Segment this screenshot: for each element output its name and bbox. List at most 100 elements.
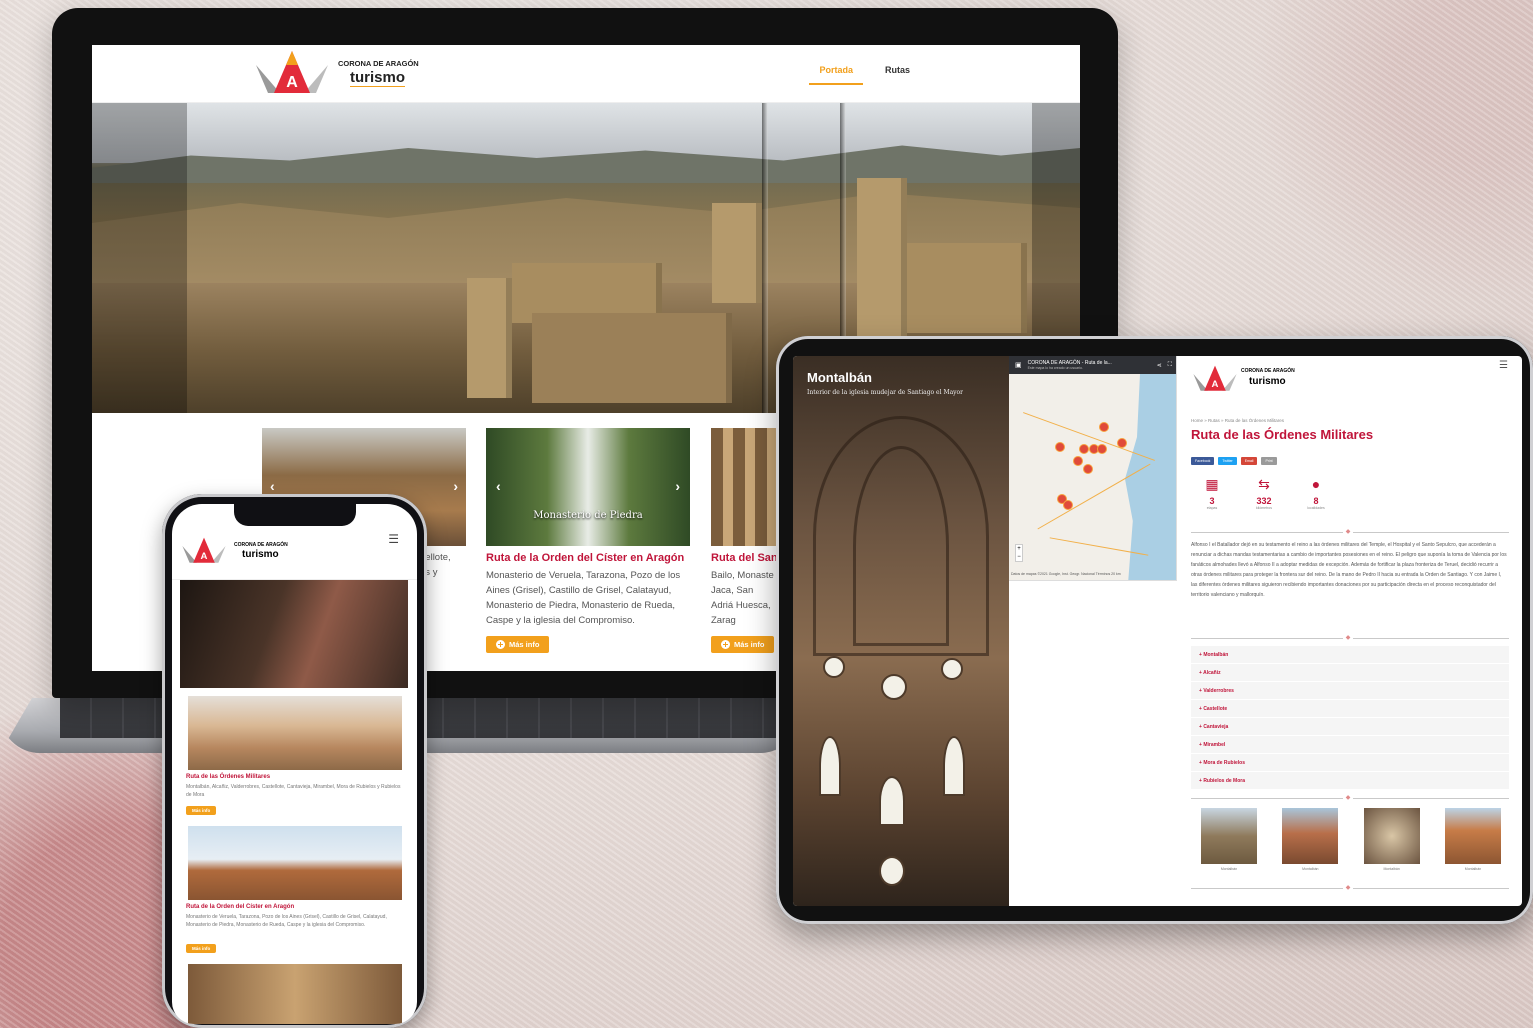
route-image[interactable] [188, 964, 402, 1024]
gallery-thumb[interactable]: Montalbán [1444, 808, 1501, 871]
logo-icon: A [256, 51, 328, 93]
share-twitter-button[interactable]: Twitter [1218, 457, 1237, 465]
share-buttons: Facebook Twitter Email Print [1191, 457, 1277, 465]
route-image[interactable] [188, 696, 402, 770]
breadcrumb[interactable]: Home » Rutas » Ruta de las Órdenes Milit… [1191, 418, 1284, 423]
localities-accordion: + Montalbán + Alcañiz + Valderrobres + C… [1191, 646, 1509, 790]
share-facebook-button[interactable]: Facebook [1191, 457, 1215, 465]
logo-line2: turismo [350, 69, 406, 87]
thumb-caption: Montalbán [1383, 867, 1400, 871]
plus-circle-icon [496, 640, 505, 649]
church-photo: Montalbán Interior de la iglesia mudejar… [793, 356, 1009, 906]
card-image [711, 428, 777, 546]
card-image-caption: Monasterio de Piedra [533, 510, 643, 521]
accordion-label: Cantavieja [1203, 724, 1229, 730]
route-detail: A CORONA DE ARAGÓN turismo ☰ Home » Ruta… [1177, 356, 1522, 906]
next-arrow-icon[interactable]: › [675, 478, 680, 494]
route-image[interactable] [188, 826, 402, 900]
map-marker[interactable] [1099, 422, 1109, 432]
thumb-caption: Montalbán [1302, 867, 1319, 871]
accordion-item[interactable]: + Alcañiz [1191, 664, 1509, 682]
map-marker[interactable] [1055, 442, 1065, 452]
phone-notch [234, 504, 356, 526]
route-description: Alfonso I el Batallador dejó en su testa… [1191, 542, 1507, 598]
map-menu-icon[interactable]: ▣ [1015, 361, 1022, 369]
phone-screen: A CORONA DE ARAGÓN turismo ☰ Ruta de las… [172, 504, 417, 1024]
accordion-item[interactable]: + Mora de Rubielos [1191, 754, 1509, 772]
route-map[interactable]: ▣ CORONA DE ARAGÓN - Ruta de la... Este … [1009, 356, 1177, 581]
thumb-image [1201, 808, 1257, 864]
share-print-button[interactable]: Print [1261, 457, 1277, 465]
logo-line1: CORONA DE ARAGÓN [338, 59, 419, 68]
nav-portada[interactable]: Portada [809, 65, 863, 85]
more-info-label: Más info [509, 640, 540, 649]
map-marker[interactable] [1073, 456, 1083, 466]
photo-subtitle: Interior de la iglesia mudejar de Santia… [807, 389, 964, 396]
prev-arrow-icon[interactable]: ‹ [496, 478, 501, 494]
thumb-image [1444, 808, 1501, 864]
card-image: ‹ › Monasterio de Piedra [486, 428, 690, 546]
share-icon[interactable]: ⋖ [1157, 362, 1162, 369]
site-logo[interactable]: A CORONA DE ARAGÓN turismo [1191, 360, 1351, 404]
next-arrow-icon[interactable]: › [453, 478, 458, 494]
divider: ◆ [1191, 794, 1509, 802]
fullscreen-icon[interactable]: ⛶ [1168, 362, 1172, 369]
site-logo[interactable]: A CORONA DE ARAGÓN turismo [252, 47, 432, 103]
route-card[interactable]: Ruta del San Bailo, Monaste Jaca, San Ad… [711, 428, 777, 654]
rose-window [881, 674, 907, 700]
route-stats: ▦ 3 etapas ⇆ 332 kilómetros ● 8 localida… [1197, 476, 1331, 510]
prev-arrow-icon[interactable]: ‹ [270, 478, 275, 494]
map-marker[interactable] [1083, 464, 1093, 474]
ornament-icon: ◆ [1343, 884, 1353, 892]
map-zoom-control[interactable]: + − [1015, 544, 1023, 562]
route-title[interactable]: Ruta de la Orden del Císter en Aragón [186, 904, 294, 910]
accordion-item[interactable]: + Cantavieja [1191, 718, 1509, 736]
card-title[interactable]: Ruta del San [711, 552, 777, 564]
stat-value: 332 [1256, 496, 1272, 506]
logo-icon: A [1193, 365, 1237, 391]
route-title[interactable]: Ruta de las Órdenes Militares [186, 774, 270, 780]
phone: A CORONA DE ARAGÓN turismo ☰ Ruta de las… [162, 494, 427, 1028]
plus-circle-icon [721, 640, 730, 649]
vault-arch [853, 446, 949, 646]
route-desc: Monasterio de Veruela, Tarazona, Pozo de… [186, 914, 387, 928]
share-email-button[interactable]: Email [1240, 457, 1258, 465]
hamburger-menu-icon[interactable]: ☰ [1499, 360, 1508, 371]
castle-ruins-right [907, 243, 1027, 333]
map-marker[interactable] [1063, 500, 1073, 510]
hamburger-menu-icon[interactable]: ☰ [388, 532, 399, 546]
stat-value: 8 [1313, 496, 1319, 506]
nav-rutas[interactable]: Rutas [885, 65, 910, 85]
more-info-button[interactable]: Más info [186, 944, 217, 953]
more-info-button[interactable]: Más info [711, 636, 775, 653]
thumb-image [1282, 808, 1339, 864]
accordion-label: Valderrobres [1203, 688, 1234, 694]
gallery-thumb[interactable]: Montalbán [1363, 808, 1420, 871]
stat-etapas: ▦ 3 etapas [1197, 476, 1227, 510]
map-marker[interactable] [1117, 438, 1127, 448]
rose-window [823, 656, 845, 678]
accordion-label: Mirambel [1203, 742, 1226, 748]
accordion-item[interactable]: + Castellote [1191, 700, 1509, 718]
logo-line2: turismo [242, 549, 279, 560]
stat-label: etapas [1206, 506, 1218, 510]
gallery-thumb[interactable]: Montalbán [1282, 808, 1339, 871]
more-info-button[interactable]: Más info [486, 636, 550, 653]
castle-ruins [532, 313, 732, 403]
accordion-item[interactable]: + Valderrobres [1191, 682, 1509, 700]
accordion-item[interactable]: + Mirambel [1191, 736, 1509, 754]
map-marker[interactable] [1079, 444, 1089, 454]
accordion-label: Alcañiz [1203, 670, 1221, 676]
accordion-item[interactable]: + Rubielos de Mora [1191, 772, 1509, 790]
accordion-label: Rubielos de Mora [1203, 778, 1245, 784]
divider: ◆ [1191, 528, 1509, 536]
card-desc: Bailo, Monaste Jaca, San Adriá Huesca, Z… [711, 570, 774, 626]
card-desc: Monasterio de Veruela, Tarazona, Pozo de… [486, 570, 681, 626]
route-card[interactable]: ‹ › Monasterio de Piedra Ruta de la Orde… [486, 428, 690, 654]
map-attribution: Datos de mapas ©2021 Google, Inst. Geogr… [1011, 572, 1121, 576]
more-info-button[interactable]: Más info [186, 806, 217, 815]
accordion-item[interactable]: + Montalbán [1191, 646, 1509, 664]
map-marker[interactable] [1097, 444, 1107, 454]
card-title[interactable]: Ruta de la Orden del Císter en Aragón [486, 552, 690, 564]
gallery-thumb[interactable]: Montalbán [1201, 808, 1257, 871]
